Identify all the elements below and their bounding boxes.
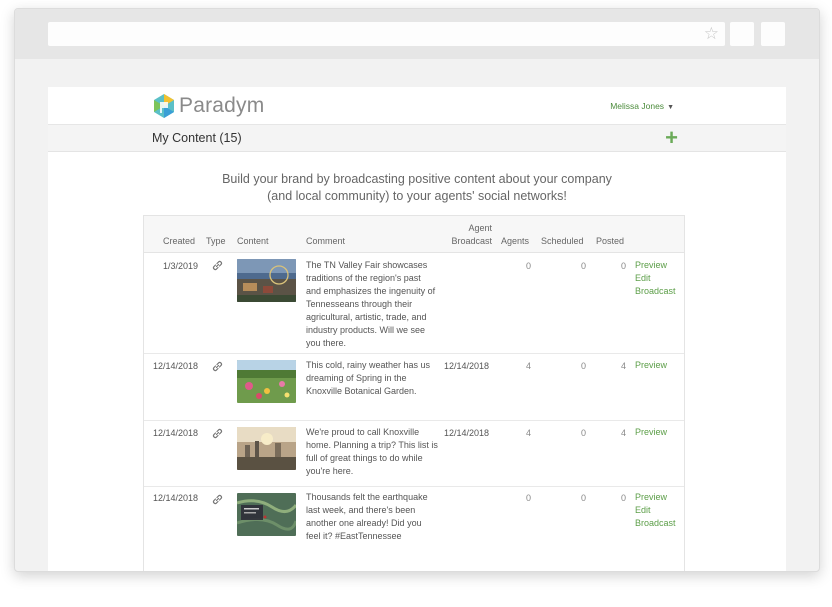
- link-icon: [212, 494, 223, 505]
- caret-down-icon: ▼: [667, 104, 674, 111]
- tagline-line-2: (and local community) to your agents' so…: [267, 189, 567, 203]
- header-scheduled[interactable]: Scheduled: [541, 235, 584, 247]
- posted-count: 0: [620, 493, 626, 503]
- address-bar[interactable]: ☆: [48, 22, 725, 46]
- posted-count: 4: [620, 361, 626, 371]
- table-row[interactable]: 1/3/2019 The TN Valley Fair showcases tr…: [144, 253, 684, 354]
- preview-link[interactable]: Preview: [635, 426, 667, 439]
- agents-count: 4: [525, 361, 531, 371]
- agents-count: 0: [525, 493, 531, 503]
- tagline: Build your brand by broadcasting positiv…: [48, 171, 786, 205]
- header-created[interactable]: Created: [163, 235, 195, 247]
- content-header: My Content (15) +: [48, 125, 786, 152]
- row-actions: Preview: [635, 359, 667, 372]
- scheduled-count: 0: [580, 428, 586, 438]
- row-actions: Preview: [635, 426, 667, 439]
- edit-link[interactable]: Edit: [635, 504, 676, 517]
- user-menu[interactable]: Melissa Jones ▼: [610, 101, 674, 111]
- scheduled-count: 0: [580, 261, 586, 271]
- agent-broadcast-date: 12/14/2018: [444, 428, 490, 438]
- row-actions: Preview Edit Broadcast: [635, 491, 676, 530]
- table-row[interactable]: 12/14/2018 Thousands felt the earthquake…: [144, 487, 684, 571]
- tagline-line-1: Build your brand by broadcasting positiv…: [222, 172, 612, 186]
- agents-count: 4: [525, 428, 531, 438]
- user-name: Melissa Jones: [610, 101, 665, 111]
- agents-count: 0: [525, 261, 531, 271]
- link-icon: [212, 260, 223, 271]
- table-header: Created Type Content Comment Agent Broad…: [144, 216, 684, 253]
- table-row[interactable]: 12/14/2018 This cold, rainy weather has …: [144, 354, 684, 421]
- comment-text: Thousands felt the earthquake last week,…: [306, 492, 428, 541]
- content-table: Created Type Content Comment Agent Broad…: [143, 215, 685, 571]
- city-thumbnail[interactable]: [237, 427, 296, 470]
- browser-button[interactable]: [730, 22, 754, 46]
- edit-link[interactable]: Edit: [635, 272, 676, 285]
- header-content[interactable]: Content: [237, 235, 269, 247]
- scheduled-count: 0: [580, 361, 586, 371]
- browser-button[interactable]: [761, 22, 785, 46]
- broadcast-link[interactable]: Broadcast: [635, 517, 676, 530]
- posted-count: 4: [620, 428, 626, 438]
- comment-text: This cold, rainy weather has us dreaming…: [306, 360, 431, 396]
- header-agent[interactable]: Agent: [449, 222, 492, 234]
- browser-window: ☆ Paradym Melissa Jones▼ My Content (15: [14, 8, 820, 572]
- table-row[interactable]: 12/14/2018 We're proud to call Knoxville…: [144, 421, 684, 487]
- preview-link[interactable]: Preview: [635, 259, 676, 272]
- created-date: 1/3/2019: [162, 261, 198, 271]
- preview-link[interactable]: Preview: [635, 491, 676, 504]
- plus-icon[interactable]: +: [665, 126, 678, 150]
- created-date: 12/14/2018: [152, 493, 198, 503]
- map-thumbnail[interactable]: [237, 493, 296, 536]
- comment-text: We're proud to call Knoxville home. Plan…: [306, 427, 438, 476]
- logo[interactable]: Paradym: [152, 93, 264, 119]
- fair-thumbnail[interactable]: [237, 259, 296, 302]
- brand-name: Paradym: [179, 94, 265, 117]
- garden-thumbnail[interactable]: [237, 360, 296, 403]
- paradym-logo-icon: [154, 94, 174, 118]
- created-date: 12/14/2018: [152, 361, 198, 371]
- comment-text: The TN Valley Fair showcases traditions …: [306, 260, 436, 348]
- app-page: Paradym Melissa Jones ▼ My Content (15) +…: [48, 87, 786, 571]
- agent-broadcast-date: 12/14/2018: [444, 361, 490, 371]
- browser-chrome: ☆: [15, 9, 819, 59]
- header-type[interactable]: Type: [206, 235, 226, 247]
- header-comment[interactable]: Comment: [306, 235, 345, 247]
- star-icon[interactable]: ☆: [704, 24, 719, 44]
- header-agents[interactable]: Agents: [501, 235, 529, 247]
- link-icon: [212, 428, 223, 439]
- broadcast-link[interactable]: Broadcast: [635, 285, 676, 298]
- created-date: 12/14/2018: [152, 428, 198, 438]
- link-icon: [212, 361, 223, 372]
- posted-count: 0: [620, 261, 626, 271]
- row-actions: Preview Edit Broadcast: [635, 259, 676, 298]
- page-title: My Content (15): [152, 131, 242, 145]
- top-bar: Paradym Melissa Jones ▼: [48, 87, 786, 125]
- scheduled-count: 0: [580, 493, 586, 503]
- preview-link[interactable]: Preview: [635, 359, 667, 372]
- header-broadcast[interactable]: Broadcast: [449, 235, 492, 247]
- header-posted[interactable]: Posted: [596, 235, 624, 247]
